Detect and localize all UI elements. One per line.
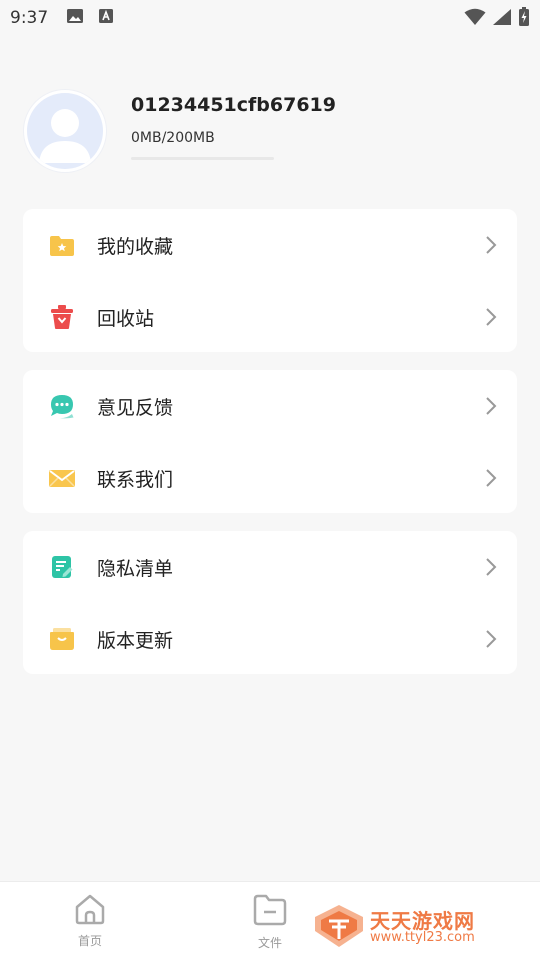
tab-home-label: 首页 xyxy=(77,934,102,948)
status-time: 9:37 xyxy=(10,8,49,28)
status-bar: 9:37 xyxy=(0,0,540,36)
default-avatar-icon xyxy=(27,93,103,169)
menu-item-feedback[interactable]: 意见反馈 xyxy=(23,370,517,442)
tab-files-label: 文件 xyxy=(257,936,282,950)
version-update-icon xyxy=(48,625,76,653)
menu-item-recycle-bin[interactable]: 回收站 xyxy=(23,281,517,353)
image-notification-icon xyxy=(66,8,84,28)
status-indicators xyxy=(464,7,530,31)
chevron-right-icon xyxy=(485,468,497,488)
storage-usage-text: 0MB/200MB xyxy=(131,130,215,146)
tab-files[interactable]: 文件 xyxy=(240,892,300,951)
profile-header: 01234451cfb67619 0MB/200MB xyxy=(24,90,516,176)
chevron-right-icon xyxy=(485,557,497,577)
menu-card-favorites-recycle: 我的收藏 回收站 xyxy=(23,209,517,352)
wifi-icon xyxy=(464,8,486,30)
menu-item-privacy-list[interactable]: 隐私清单 xyxy=(23,531,517,603)
watermark-logo-icon xyxy=(313,903,365,953)
menu-label-feedback: 意见反馈 xyxy=(97,396,174,419)
menu-card-privacy-version: 隐私清单 版本更新 xyxy=(23,531,517,674)
mail-envelope-icon xyxy=(48,464,76,492)
feedback-chat-icon xyxy=(48,392,76,420)
tab-home[interactable]: 首页 xyxy=(60,892,120,949)
menu-item-contact-us[interactable]: 联系我们 xyxy=(23,442,517,514)
home-icon xyxy=(72,894,108,930)
watermark-url: www.ttyl23.com xyxy=(370,930,475,945)
files-folder-icon xyxy=(252,894,288,932)
privacy-list-icon xyxy=(48,553,76,581)
menu-label-version-update: 版本更新 xyxy=(97,629,174,652)
cell-signal-icon xyxy=(492,8,512,30)
menu-label-contact-us: 联系我们 xyxy=(97,468,174,491)
site-watermark: 天天游戏网 www.ttyl23.com xyxy=(313,903,503,949)
chevron-right-icon xyxy=(485,235,497,255)
menu-item-favorites[interactable]: 我的收藏 xyxy=(23,209,517,281)
storage-progress-bar xyxy=(131,157,274,160)
menu-item-version-update[interactable]: 版本更新 xyxy=(23,603,517,675)
chevron-right-icon xyxy=(485,307,497,327)
chevron-right-icon xyxy=(485,629,497,649)
recycle-bin-icon xyxy=(48,303,76,331)
user-id: 01234451cfb67619 xyxy=(131,94,336,116)
menu-card-feedback-contact: 意见反馈 联系我们 xyxy=(23,370,517,513)
menu-label-recycle-bin: 回收站 xyxy=(97,307,155,330)
font-notification-icon xyxy=(98,8,114,28)
avatar[interactable] xyxy=(24,90,106,172)
favorites-folder-icon xyxy=(48,231,76,259)
menu-label-privacy-list: 隐私清单 xyxy=(97,557,174,580)
chevron-right-icon xyxy=(485,396,497,416)
menu-label-favorites: 我的收藏 xyxy=(97,235,174,258)
battery-charging-icon xyxy=(518,7,530,31)
